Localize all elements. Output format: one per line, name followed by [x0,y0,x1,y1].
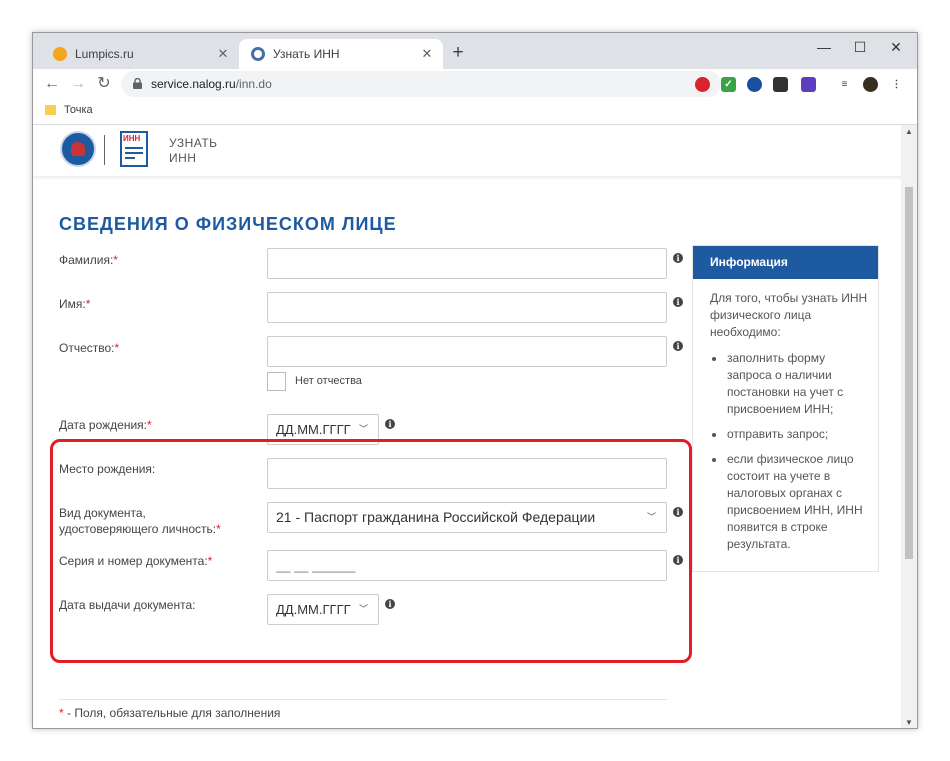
name-input[interactable] [267,292,667,323]
globe-extension-icon[interactable] [747,77,762,92]
footnote-text: - Поля, обязательные для заполнения [63,706,281,720]
patronymic-label: Отчество:* [59,340,119,356]
info-icon[interactable]: i [385,419,395,429]
required-mark: * [114,341,120,355]
birthdate-placeholder: ДД.ММ.ГГГГ [276,422,351,437]
page-scrollbar[interactable]: ▲ ▼ [901,125,917,728]
birthdate-label: Дата рождения:* [59,417,152,433]
bookmark-label: Точка [64,104,93,116]
scroll-up-icon[interactable]: ▲ [901,125,917,139]
highlight-frame [50,439,692,663]
tab-title: Lumpics.ru [75,47,134,61]
name-label: Имя:* [59,296,90,312]
divider [59,699,667,700]
url-text: service.nalog.ru/inn.do [151,77,272,91]
surname-label: Фамилия:* [59,252,118,268]
close-tab-icon[interactable]: ✕ [419,46,435,62]
url-path: /inn.do [235,77,272,91]
info-panel-body: Для того, чтобы узнать ИНН физического л… [693,279,878,553]
patronymic-input[interactable] [267,336,667,367]
list-item: заполнить форму запроса о наличии постан… [710,350,868,418]
minimize-button[interactable]: — [807,35,841,59]
checkmark-extension-icon[interactable]: ✓ [721,77,736,92]
no-patronymic-checkbox[interactable] [267,372,286,391]
browser-toolbar: ← → ↻ service.nalog.ru/inn.do ☆ ✓ ≡ ⋮ [33,69,917,99]
lumpics-favicon-icon [53,47,67,61]
info-icon[interactable]: i [673,253,683,263]
tab-title: Узнать ИНН [273,47,340,61]
browser-window: Lumpics.ru ✕ Узнать ИНН ✕ + — ☐ ✕ ← → ↻ … [32,32,918,729]
logo-line [125,157,135,159]
info-icon[interactable]: i [673,297,683,307]
label-text: Отчество: [59,341,115,355]
package-extension-icon[interactable] [773,77,788,92]
label-text: Дата рождения: [59,418,147,432]
page-title: СВЕДЕНИЯ О ФИЗИЧЕСКОМ ЛИЦЕ [59,214,397,234]
required-mark: * [85,297,91,311]
required-footnote: * - Поля, обязательные для заполнения [59,706,280,720]
folder-icon [45,105,56,115]
service-title-line1: УЗНАТЬ [169,136,218,150]
bookmark-tochka[interactable]: Точка [45,104,93,116]
label-text: Имя: [59,297,86,311]
tab-inn[interactable]: Узнать ИНН ✕ [239,39,443,69]
avatar[interactable] [863,77,878,92]
header-divider [104,135,105,165]
info-list: заполнить форму запроса о наличии постан… [710,350,868,553]
info-intro: Для того, чтобы узнать ИНН физического л… [710,291,868,339]
service-title[interactable]: УЗНАТЬ ИНН [169,136,218,166]
list-item: отправить запрос; [710,426,868,443]
reload-icon[interactable]: ↻ [93,73,115,95]
logo-line [125,152,143,154]
purple-extension-icon[interactable] [801,77,816,92]
inn-logo-text: ИНН [123,134,141,143]
no-patronymic-label[interactable]: Нет отчества [295,375,362,387]
forward-arrow-icon[interactable]: → [67,73,89,95]
scrollbar-thumb[interactable] [905,187,913,559]
logo-line [125,147,143,149]
bookmarks-bar: Точка [33,99,917,125]
surname-input[interactable] [267,248,667,279]
site-header: ИНН УЗНАТЬ ИНН [33,125,903,177]
new-tab-button[interactable]: + [447,42,469,64]
back-arrow-icon[interactable]: ← [41,73,63,95]
address-bar[interactable]: service.nalog.ru/inn.do ☆ [121,71,721,97]
nalog-favicon-icon [251,47,265,61]
url-host: service.nalog.ru [151,77,236,91]
list-item: если физическое лицо состоит на учете в … [710,451,868,553]
maximize-button[interactable]: ☐ [843,35,877,59]
label-text: Фамилия: [59,253,114,267]
page-viewport: ИНН УЗНАТЬ ИНН СВЕДЕНИЯ О ФИЗИЧЕСКОМ ЛИЦ… [33,125,903,728]
scroll-down-icon[interactable]: ▼ [901,716,917,728]
service-title-line2: ИНН [169,151,197,165]
info-icon[interactable]: i [673,341,683,351]
menu-dots-icon[interactable]: ⋮ [889,77,904,92]
close-tab-icon[interactable]: ✕ [215,46,231,62]
info-panel-heading: Информация [693,246,878,279]
inn-logo-icon[interactable]: ИНН [120,131,148,167]
required-mark: * [113,253,118,267]
close-window-button[interactable]: ✕ [879,35,913,59]
lock-icon [133,78,142,89]
tab-strip: Lumpics.ru ✕ Узнать ИНН ✕ + — ☐ ✕ [33,33,917,69]
tab-lumpics[interactable]: Lumpics.ru ✕ [41,39,239,69]
fns-emblem-icon[interactable] [60,131,96,167]
reading-list-icon[interactable]: ≡ [837,77,852,92]
adblock-extension-icon[interactable] [695,77,710,92]
required-mark: * [146,418,152,432]
info-panel: Информация Для того, чтобы узнать ИНН фи… [692,245,879,572]
